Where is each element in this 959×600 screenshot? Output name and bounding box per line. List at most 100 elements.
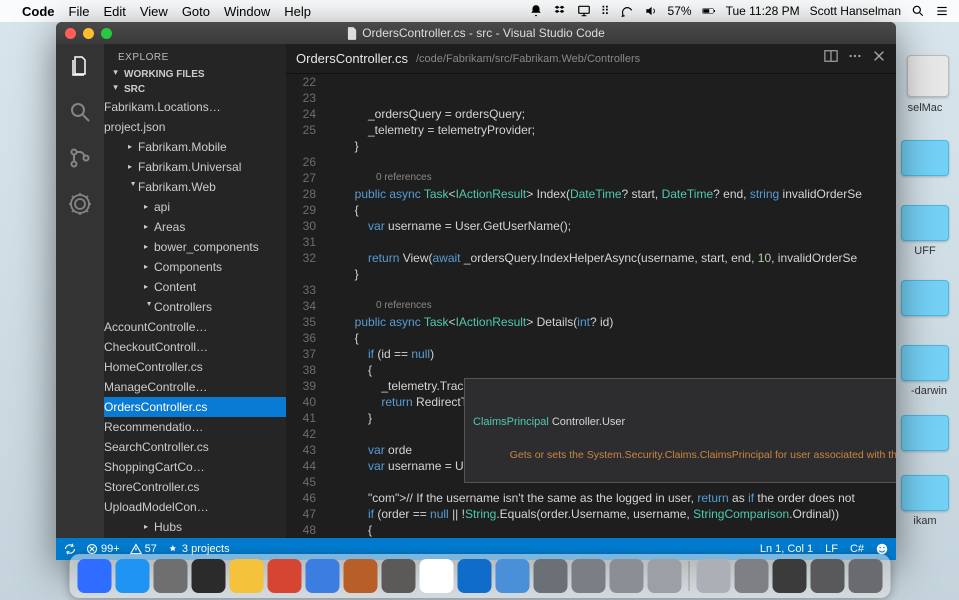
split-editor-icon[interactable] [824, 49, 838, 68]
tree-folder[interactable]: ▸Hubs [104, 517, 286, 537]
dots-icon[interactable]: ⠿ [601, 4, 610, 18]
display-icon[interactable] [577, 4, 591, 18]
code-line[interactable]: _telemetry = telemetryProvider; [328, 122, 896, 138]
code-line[interactable]: } [328, 138, 896, 154]
dock-app-icon[interactable] [457, 559, 491, 593]
close-editor-icon[interactable] [872, 49, 886, 68]
code-text[interactable]: _ordersQuery = ordersQuery; _telemetry =… [328, 74, 896, 538]
explorer-icon[interactable] [68, 54, 92, 78]
desktop-folder-5[interactable] [901, 415, 949, 451]
dock-app-icon[interactable] [533, 559, 567, 593]
dock-app-icon[interactable] [419, 559, 453, 593]
dock-app-icon[interactable] [77, 559, 111, 593]
status-sync[interactable] [64, 543, 76, 555]
desktop-folder-4[interactable] [901, 345, 949, 381]
tree-folder[interactable]: ▸Areas [104, 217, 286, 237]
volume-icon[interactable] [644, 4, 658, 18]
code-line[interactable]: public async Task<IActionResult> Index(D… [328, 186, 896, 202]
menu-goto[interactable]: Goto [182, 4, 210, 19]
desktop-folder-6[interactable] [901, 475, 949, 511]
menu-view[interactable]: View [140, 4, 168, 19]
more-actions-icon[interactable] [848, 49, 862, 68]
tree-file[interactable]: AccountControlle… [104, 317, 286, 337]
app-menu[interactable]: Code [22, 4, 55, 19]
menu-edit[interactable]: Edit [103, 4, 125, 19]
git-icon[interactable] [68, 146, 92, 170]
dock-app-icon[interactable] [647, 559, 681, 593]
tree-folder[interactable]: ▸Components [104, 257, 286, 277]
menu-help[interactable]: Help [284, 4, 311, 19]
dock-app-icon[interactable] [305, 559, 339, 593]
dock-app-icon[interactable] [115, 559, 149, 593]
dropbox-icon[interactable] [553, 4, 567, 18]
desktop-folder-1[interactable] [901, 140, 949, 176]
editor-tab-name[interactable]: OrdersController.cs [296, 51, 408, 66]
code-line[interactable]: return View(await _ordersQuery.IndexHelp… [328, 250, 896, 266]
code-line[interactable]: public async Task<IActionResult> Details… [328, 314, 896, 330]
dock-app-icon[interactable] [343, 559, 377, 593]
dock-app-icon[interactable] [609, 559, 643, 593]
tree-folder[interactable]: ▸Content [104, 277, 286, 297]
code-line[interactable] [328, 234, 896, 250]
dock-app-icon[interactable] [696, 559, 730, 593]
code-line[interactable]: { [328, 330, 896, 346]
tree-file[interactable]: SearchController.cs [104, 437, 286, 457]
zoom-window-button[interactable] [101, 28, 112, 39]
username[interactable]: Scott Hanselman [810, 4, 901, 18]
code-line[interactable]: } [328, 266, 896, 282]
codelens[interactable]: 0 references [328, 298, 896, 314]
tree-file[interactable]: UploadModelCon… [104, 497, 286, 517]
dock-app-icon[interactable] [381, 559, 415, 593]
tree-folder[interactable]: ▸Fabrikam.Universal [104, 157, 286, 177]
dock-app-icon[interactable] [810, 559, 844, 593]
tree-folder[interactable]: ▸api [104, 197, 286, 217]
tree-file[interactable]: Fabrikam.Locations… [104, 97, 286, 117]
menu-file[interactable]: File [69, 4, 90, 19]
desktop-folder-2[interactable] [901, 205, 949, 241]
notification-icon[interactable] [529, 4, 543, 18]
clock[interactable]: Tue 11:28 PM [726, 4, 800, 18]
code-line[interactable]: { [328, 202, 896, 218]
src-section[interactable]: SRC [104, 82, 286, 97]
code-line[interactable]: { [328, 522, 896, 538]
dock-app-icon[interactable] [495, 559, 529, 593]
code-line[interactable]: if (order == null || !String.Equals(orde… [328, 506, 896, 522]
tree-folder[interactable]: ▸Fabrikam.Web [104, 177, 286, 197]
codelens[interactable]: 0 references [328, 170, 896, 186]
window-titlebar[interactable]: OrdersController.cs - src - Visual Studi… [56, 22, 896, 44]
desktop-drive-icon[interactable] [907, 55, 949, 97]
close-window-button[interactable] [65, 28, 76, 39]
dock-app-icon[interactable] [848, 559, 882, 593]
code-line[interactable]: if (id == null) [328, 346, 896, 362]
tree-folder[interactable]: ▸Fabrikam.Mobile [104, 137, 286, 157]
dock-app-icon[interactable] [772, 559, 806, 593]
dock-app-icon[interactable] [229, 559, 263, 593]
notification-center-icon[interactable] [935, 4, 949, 18]
tree-file[interactable]: ShoppingCartCo… [104, 457, 286, 477]
code-line[interactable] [328, 282, 896, 298]
debug-icon[interactable] [68, 192, 92, 216]
editor-content[interactable]: 2223242526272829303132333435363738394041… [286, 74, 896, 538]
spotlight-icon[interactable] [911, 4, 925, 18]
tree-file[interactable]: StoreController.cs [104, 477, 286, 497]
code-line[interactable]: var username = User.GetUserName(); [328, 218, 896, 234]
code-line[interactable]: { [328, 362, 896, 378]
tree-folder[interactable]: ▸bower_components [104, 237, 286, 257]
code-line[interactable]: _ordersQuery = ordersQuery; [328, 106, 896, 122]
dock-app-icon[interactable] [571, 559, 605, 593]
tree-file[interactable]: project.json [104, 117, 286, 137]
tree-file[interactable]: ManageControlle… [104, 377, 286, 397]
desktop-folder-3[interactable] [901, 280, 949, 316]
dock-app-icon[interactable] [734, 559, 768, 593]
refresh-icon[interactable] [620, 4, 634, 18]
code-line[interactable] [328, 154, 896, 170]
dock-app-icon[interactable] [153, 559, 187, 593]
minimize-window-button[interactable] [83, 28, 94, 39]
tree-folder[interactable]: ▸Controllers [104, 297, 286, 317]
battery-icon[interactable] [702, 4, 716, 18]
tree-file[interactable]: CheckoutControll… [104, 337, 286, 357]
dock-app-icon[interactable] [267, 559, 301, 593]
code-line[interactable]: "com">// If the username isn't the same … [328, 490, 896, 506]
tree-file[interactable]: OrdersController.cs [104, 397, 286, 417]
tree-file[interactable]: Recommendatio… [104, 417, 286, 437]
